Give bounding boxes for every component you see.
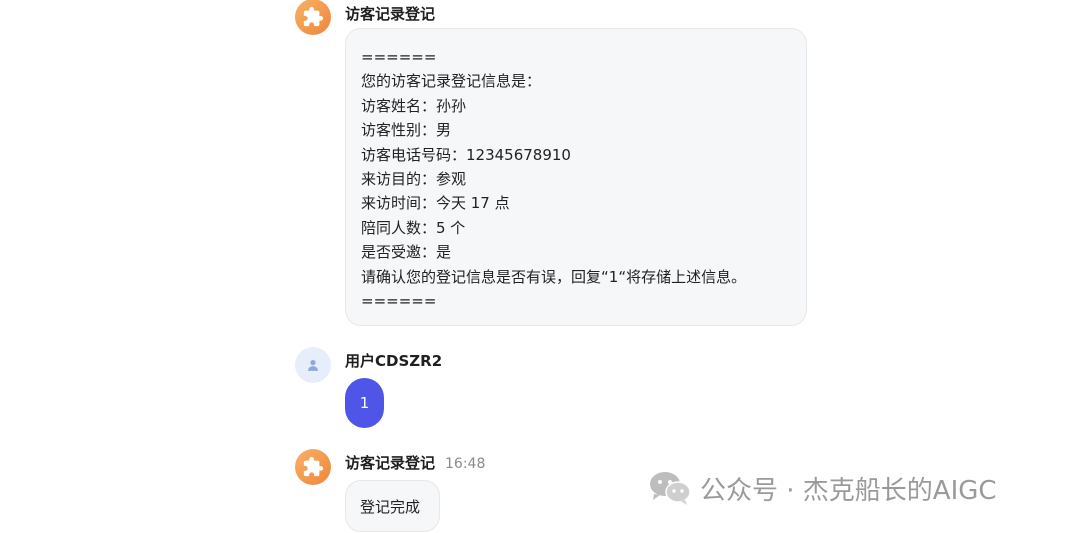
message-bubble-registration-summary: ====== 您的访客记录登记信息是： 访客姓名：孙孙 访客性别：男 访客电话号… (345, 28, 807, 326)
bot-sender-label: 访客记录登记 (345, 454, 436, 472)
message-line: 您的访客记录登记信息是： (361, 72, 542, 91)
watermark-text: 公众号 · 杰克船长的AIGC (700, 475, 997, 506)
message-line: 请确认您的登记信息是否有误，回复“1“将存储上述信息。 (361, 267, 747, 286)
puzzle-icon (303, 6, 324, 27)
bot-sender-name: 访客记录登记 (345, 5, 436, 23)
bot-avatar[interactable] (295, 449, 331, 485)
message-line: 访客姓名：孙孙 (361, 96, 467, 115)
message-line: 来访时间：今天 17 点 (361, 194, 510, 213)
message-text: 登记完成 (360, 498, 421, 516)
user-sender-name: 用户CDSZR2 (345, 352, 443, 370)
bot-sender-name: 访客记录登记 16:48 (345, 452, 485, 473)
user-icon (308, 360, 318, 371)
message-timestamp: 16:48 (445, 456, 486, 472)
message-line: 是否受邀：是 (361, 243, 452, 262)
message-line: ====== (361, 291, 437, 310)
user-message-bubble: 1 (345, 378, 384, 428)
message-line: 访客性别：男 (361, 121, 452, 140)
message-line: ====== (361, 48, 437, 66)
message-line: 陪同人数：5 个 (361, 218, 466, 237)
user-message-text: 1 (359, 394, 370, 412)
watermark: 公众号 · 杰克船长的AIGC (648, 470, 997, 506)
message-line: 来访目的：参观 (361, 169, 467, 188)
user-avatar[interactable] (295, 347, 331, 383)
wechat-icon (650, 472, 691, 505)
message-bubble-registration-complete: 登记完成 (345, 480, 440, 532)
message-line: 访客电话号码：12345678910 (361, 145, 571, 164)
puzzle-icon (303, 456, 324, 477)
bot-avatar[interactable] (295, 0, 331, 35)
